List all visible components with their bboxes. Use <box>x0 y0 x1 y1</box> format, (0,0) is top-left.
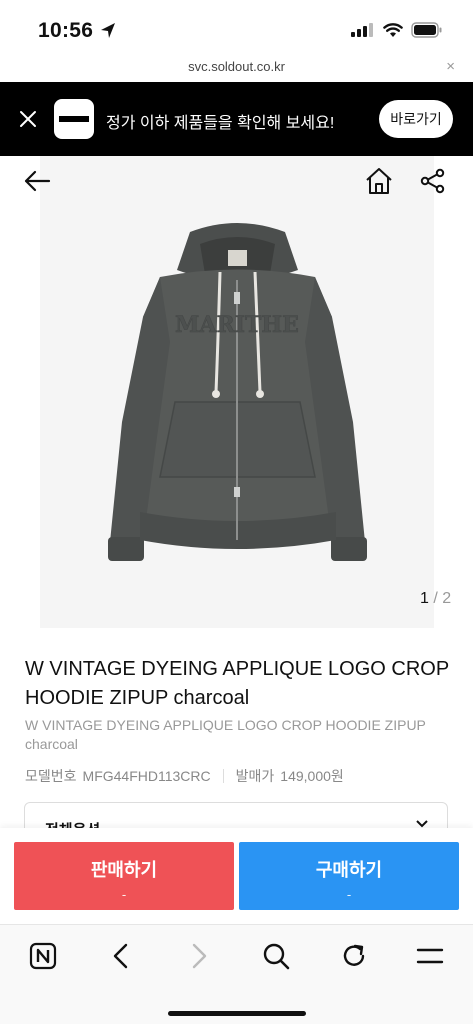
url-text[interactable]: svc.soldout.co.kr <box>0 59 473 74</box>
browser-back-icon[interactable] <box>108 941 134 971</box>
buy-label: 구매하기 <box>315 860 383 880</box>
status-time: 10:56 <box>38 19 94 42</box>
page-separator: / <box>433 590 438 607</box>
back-arrow-icon[interactable] <box>22 166 52 196</box>
browser-toolbar <box>0 924 473 1024</box>
model-label: 모델번호 <box>25 768 77 784</box>
menu-icon[interactable] <box>415 941 445 971</box>
search-icon[interactable] <box>261 941 291 971</box>
browser-forward-icon[interactable] <box>186 941 212 971</box>
home-indicator <box>168 1011 306 1016</box>
buy-price: - <box>346 887 352 902</box>
status-icons <box>351 22 443 38</box>
meta-divider <box>222 769 224 783</box>
price-label: 발매가 <box>235 768 275 784</box>
sell-label: 판매하기 <box>90 860 158 880</box>
gallery-side <box>434 156 473 628</box>
product-image[interactable]: MARITHE <box>100 222 375 572</box>
top-nav <box>0 156 473 206</box>
app-logo <box>54 99 94 139</box>
product-subtitle: W VINTAGE DYEING APPLIQUE LOGO CROP HOOD… <box>25 717 426 752</box>
naver-icon[interactable] <box>28 941 58 971</box>
buy-button[interactable]: 구매하기 - <box>239 842 459 910</box>
promo-text: 정가 이하 제품들을 확인해 보세요! <box>106 115 335 132</box>
promo-go-button[interactable]: 바로가기 <box>379 100 453 138</box>
garment-print: MARITHE <box>175 312 299 338</box>
product-meta: 모델번호 MFG44FHD113CRC 발매가 149,000원 <box>25 766 344 786</box>
location-arrow-icon <box>101 23 115 38</box>
home-icon[interactable] <box>364 166 394 196</box>
page-total: 2 <box>442 590 452 607</box>
refresh-icon[interactable] <box>339 941 369 971</box>
page-current: 1 <box>420 590 429 607</box>
product-title: W VINTAGE DYEING APPLIQUE LOGO CROP HOOD… <box>25 658 449 709</box>
share-icon[interactable] <box>420 168 446 194</box>
cta-bar: 판매하기 - 구매하기 - <box>0 828 473 924</box>
battery-icon <box>411 22 442 38</box>
close-icon[interactable] <box>18 109 38 129</box>
url-bar[interactable]: svc.soldout.co.kr × <box>0 56 473 82</box>
sell-button[interactable]: 판매하기 - <box>14 842 234 910</box>
promo-banner: 정가 이하 제품들을 확인해 보세요! 바로가기 <box>0 82 473 156</box>
model-value: MFG44FHD113CRC <box>82 768 211 784</box>
price-value: 149,000원 <box>280 768 344 784</box>
page-indicator: 1 / 2 <box>420 590 451 608</box>
close-icon[interactable]: × <box>446 58 455 75</box>
signal-icon <box>351 23 373 37</box>
sell-price: - <box>121 887 127 902</box>
status-bar: 10:56 <box>0 0 473 56</box>
wifi-icon <box>383 22 403 37</box>
